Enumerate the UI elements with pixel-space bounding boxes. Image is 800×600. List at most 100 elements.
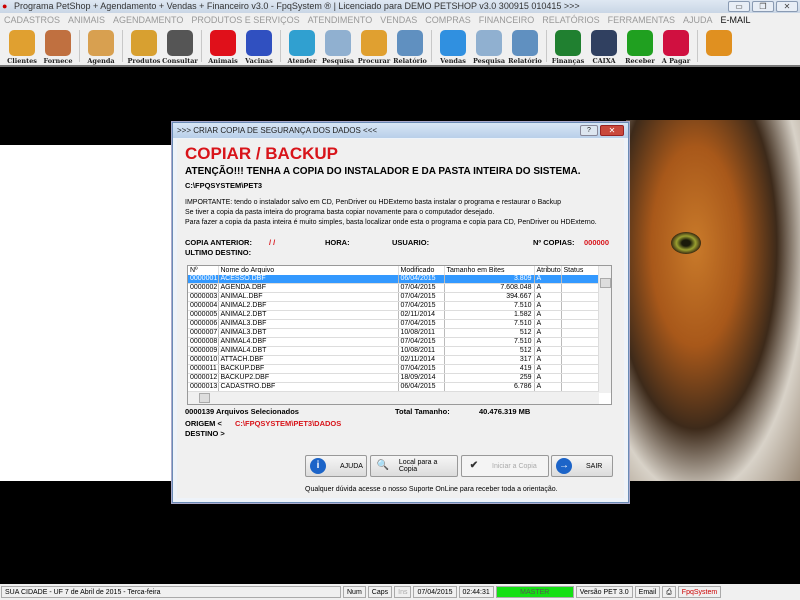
note-line: Se tiver a copia da pasta inteira do pro… bbox=[185, 209, 495, 216]
toolbar-button[interactable]: Fornece bbox=[40, 27, 76, 67]
table-row[interactable]: 0000008 ANIMAL4.DBF 07/04/2015 7.510 A bbox=[188, 337, 600, 348]
toolbar-button[interactable]: Pesquisa bbox=[320, 27, 356, 67]
ncopias-value: 000000 bbox=[584, 238, 610, 247]
table-row[interactable]: 0000012 BACKUP2.DBF 18/09/2014 259 A bbox=[188, 373, 600, 384]
magnifier-icon: 🔍 bbox=[376, 460, 390, 471]
supplier-icon bbox=[45, 30, 71, 56]
table-row[interactable]: 0000003 ANIMAL.DBF 07/04/2015 394.667 A bbox=[188, 292, 600, 303]
menu-item[interactable]: PRODUTOS E SERVIÇOS bbox=[191, 13, 299, 27]
origem-label: ORIGEM < bbox=[185, 419, 222, 428]
toolbar-button[interactable]: Relatório bbox=[392, 27, 428, 67]
toolbar-button[interactable]: A Pagar bbox=[658, 27, 694, 67]
toolbar-button[interactable]: Agenda bbox=[83, 27, 119, 67]
menu-item[interactable]: FERRAMENTAS bbox=[608, 13, 675, 27]
total-value: 40.476.319 MB bbox=[479, 407, 531, 416]
column-header[interactable]: Atributo bbox=[534, 266, 562, 275]
table-cell: A bbox=[534, 355, 562, 366]
scroll-thumb[interactable] bbox=[600, 278, 611, 288]
table-row[interactable]: 0000013 CADASTRO.DBF 06/04/2015 6.786 A bbox=[188, 382, 600, 393]
table-row[interactable]: 0000001 ACESSO.DBF 06/04/2015 3.809 A bbox=[188, 275, 600, 285]
table-cell: A bbox=[534, 275, 562, 285]
toolbar-button[interactable] bbox=[701, 27, 737, 67]
status-email[interactable]: Email bbox=[634, 586, 661, 598]
table-cell: CADASTRO.DBF bbox=[218, 382, 399, 393]
table-cell: ANIMAL2.DBF bbox=[218, 301, 399, 312]
menu-item[interactable]: AGENDAMENTO bbox=[113, 13, 183, 27]
table-row[interactable]: 0000009 ANIMAL4.DBT 10/08/2011 512 A bbox=[188, 346, 600, 357]
toolbar-separator bbox=[122, 30, 123, 62]
table-row[interactable]: 0000010 ATTACH.DBF 02/11/2014 317 A bbox=[188, 355, 600, 366]
table-cell: A bbox=[534, 373, 562, 384]
column-header[interactable]: Modificado bbox=[398, 266, 445, 275]
table-cell bbox=[561, 301, 600, 312]
table-row[interactable]: 0000007 ANIMAL3.DBT 10/08/2011 512 A bbox=[188, 328, 600, 339]
menu-item[interactable]: FINANCEIRO bbox=[479, 13, 535, 27]
files-grid[interactable]: Nº Nome do Arquivo Modificado Tamanho em Bi… bbox=[187, 265, 612, 405]
status-num: Num bbox=[343, 586, 366, 598]
table-cell bbox=[561, 346, 600, 357]
status-ins: Ins bbox=[394, 586, 412, 598]
table-cell: BACKUP2.DBF bbox=[218, 373, 399, 384]
toolbar-button[interactable]: Consultar bbox=[162, 27, 198, 67]
menu-item[interactable]: RELATÓRIOS bbox=[542, 13, 599, 27]
toolbar-button[interactable]: Animais bbox=[205, 27, 241, 67]
table-row[interactable]: 0000006 ANIMAL3.DBF 07/04/2015 7.510 A bbox=[188, 319, 600, 330]
toolbar-button[interactable]: Finanças bbox=[550, 27, 586, 67]
status-caps: Caps bbox=[367, 586, 393, 598]
table-cell: 07/04/2015 bbox=[398, 301, 445, 312]
menu-item[interactable]: ANIMAIS bbox=[68, 13, 105, 27]
toolbar-button[interactable]: Procurar bbox=[356, 27, 392, 67]
local-copia-button[interactable]: 🔍 Local para a Copia bbox=[370, 455, 458, 477]
vertical-scrollbar[interactable] bbox=[598, 266, 611, 393]
close-button[interactable]: ✕ bbox=[776, 1, 798, 12]
ajuda-button[interactable]: i AJUDA bbox=[305, 455, 367, 477]
table-cell: 0000013 bbox=[188, 382, 219, 393]
toolbar-button[interactable]: Clientes bbox=[4, 27, 40, 67]
toolbar-button[interactable]: Relatório bbox=[507, 27, 543, 67]
toolbar-separator bbox=[280, 30, 281, 62]
column-header[interactable]: Tamanho em Bites bbox=[444, 266, 535, 275]
restore-button[interactable]: ❐ bbox=[752, 1, 774, 12]
minimize-button[interactable]: ▭ bbox=[728, 1, 750, 12]
help-button[interactable]: ? bbox=[580, 125, 598, 136]
dialog-close-button[interactable]: ✕ bbox=[600, 125, 624, 136]
toolbar-button[interactable]: Pesquisa bbox=[471, 27, 507, 67]
toolbar-button[interactable]: Vacinas bbox=[241, 27, 277, 67]
toolbar-button[interactable]: Receber bbox=[622, 27, 658, 67]
table-cell: 7.510 bbox=[444, 301, 535, 312]
search-doc-icon bbox=[325, 30, 351, 56]
scroll-thumb[interactable] bbox=[199, 393, 210, 403]
toolbar-label: Relatório bbox=[508, 57, 542, 65]
toolbar-label: Procurar bbox=[357, 57, 391, 65]
menu-item[interactable]: AJUDA bbox=[683, 13, 713, 27]
menu-item[interactable]: VENDAS bbox=[380, 13, 417, 27]
toolbar-label: Clientes bbox=[7, 57, 37, 65]
column-header[interactable]: Nº bbox=[188, 266, 219, 275]
table-row[interactable]: 0000002 AGENDA.DBF 07/04/2015 7.608.048 A bbox=[188, 283, 600, 294]
table-row[interactable]: 0000011 BACKUP.DBF 07/04/2015 419 A bbox=[188, 364, 600, 375]
column-header[interactable]: Status bbox=[561, 266, 600, 275]
horizontal-scrollbar[interactable] bbox=[188, 392, 599, 404]
toolbar-button[interactable]: Atender bbox=[284, 27, 320, 67]
important-notes: IMPORTANTE: tendo o instalador salvo em … bbox=[185, 198, 597, 228]
column-header[interactable]: Nome do Arquivo bbox=[218, 266, 399, 275]
title-bar: ● Programa PetShop + Agendamento + Venda… bbox=[0, 0, 800, 13]
menu-item[interactable]: ATENDIMENTO bbox=[308, 13, 373, 27]
table-row[interactable]: 0000004 ANIMAL2.DBF 07/04/2015 7.510 A bbox=[188, 301, 600, 312]
toolbar-button[interactable]: Vendas bbox=[435, 27, 471, 67]
toolbar-label: CAIXA bbox=[592, 57, 616, 65]
toolbar-button[interactable]: Produtos bbox=[126, 27, 162, 67]
toolbar-label: Pesquisa bbox=[321, 57, 355, 65]
menu-item[interactable]: CADASTROS bbox=[4, 13, 60, 27]
table-cell: 6.786 bbox=[444, 382, 535, 393]
table-cell: 394.667 bbox=[444, 292, 535, 303]
menu-item-email[interactable]: E-MAIL bbox=[721, 13, 751, 27]
table-cell: 259 bbox=[444, 373, 535, 384]
toolbar-button[interactable]: CAIXA bbox=[586, 27, 622, 67]
printer-icon[interactable]: ⎙ bbox=[662, 586, 676, 598]
menu-item[interactable]: COMPRAS bbox=[425, 13, 471, 27]
table-row[interactable]: 0000005 ANIMAL2.DBT 02/11/2014 1.582 A bbox=[188, 310, 600, 321]
sair-button[interactable]: → SAIR bbox=[551, 455, 613, 477]
table-cell: 07/04/2015 bbox=[398, 364, 445, 375]
iniciar-copia-button[interactable]: ✔ Iniciar a Copia bbox=[461, 455, 549, 477]
